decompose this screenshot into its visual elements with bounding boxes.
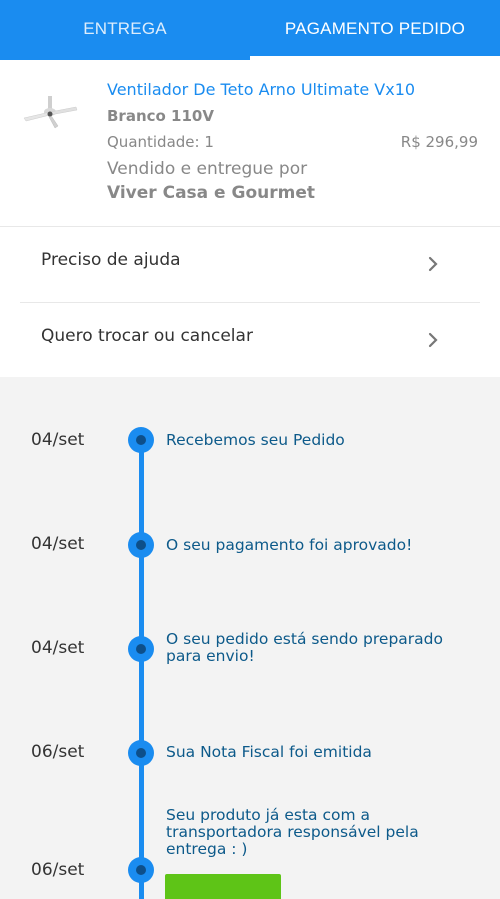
timeline-event-text: Seu produto já esta com a transportadora…	[166, 806, 419, 858]
timeline-date: 04/set	[31, 638, 85, 658]
timeline-date: 04/set	[31, 430, 85, 450]
timeline-date: 06/set	[31, 860, 85, 880]
product-price: R$ 296,99	[400, 133, 478, 151]
sold-by-label: Vendido e entregue por	[107, 159, 308, 179]
help-menu-item[interactable]: Preciso de ajuda	[20, 227, 480, 297]
timeline-event-text: O seu pagamento foi aprovado!	[166, 536, 413, 554]
timeline-dot	[128, 636, 154, 662]
ceiling-fan-image	[23, 96, 78, 129]
chevron-right-icon	[428, 256, 438, 272]
timeline-event-text: O seu pedido está sendo preparado para e…	[166, 630, 443, 665]
exchange-cancel-label: Quero trocar ou cancelar	[41, 326, 253, 346]
timeline-dot	[128, 740, 154, 766]
tab-bar: ENTREGA PAGAMENTO PEDIDO	[0, 0, 500, 60]
tab-entrega[interactable]: ENTREGA	[0, 0, 250, 60]
tracking-button[interactable]	[165, 874, 281, 899]
product-name-link[interactable]: Ventilador De Teto Arno Ultimate Vx10	[107, 80, 415, 99]
timeline-event-text: Recebemos seu Pedido	[166, 431, 345, 449]
timeline-date: 04/set	[31, 534, 85, 554]
timeline-date: 06/set	[31, 742, 85, 762]
timeline-dot	[128, 427, 154, 453]
help-label: Preciso de ajuda	[41, 250, 181, 270]
timeline-line	[139, 437, 144, 899]
timeline-dot	[128, 857, 154, 883]
exchange-cancel-menu-item[interactable]: Quero trocar ou cancelar	[20, 303, 480, 373]
product-variant: Branco 110V	[107, 107, 214, 125]
seller-name: Viver Casa e Gourmet	[107, 183, 315, 203]
product-quantity: Quantidade: 1	[107, 133, 214, 151]
chevron-right-icon	[428, 332, 438, 348]
timeline-event-text: Sua Nota Fiscal foi emitida	[166, 743, 372, 761]
tab-pagamento-pedido[interactable]: PAGAMENTO PEDIDO	[250, 0, 500, 60]
timeline-dot	[128, 532, 154, 558]
